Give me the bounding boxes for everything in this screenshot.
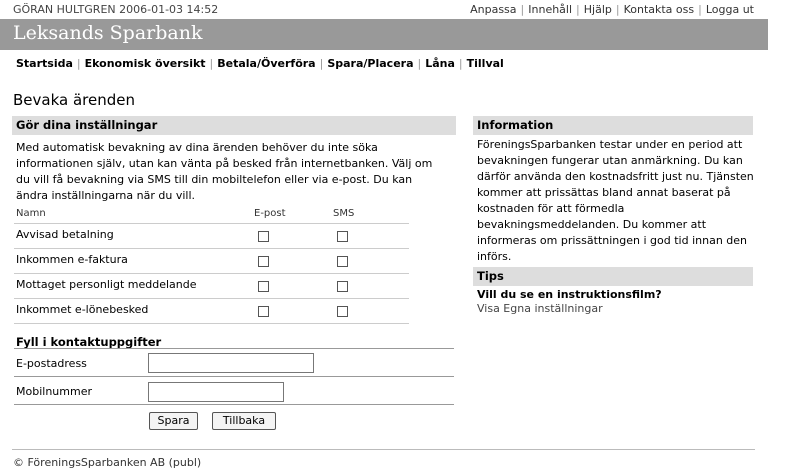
email-checkbox[interactable] [258, 306, 269, 317]
information-text: FöreningsSparbanken testar under en peri… [477, 138, 754, 263]
information-heading: Information [473, 116, 753, 135]
separator: | [209, 57, 214, 70]
back-button[interactable]: Tillbaka [212, 412, 276, 430]
separator: | [698, 3, 702, 16]
row-label: Avvisad betalning [16, 228, 114, 241]
nav-tillval[interactable]: Tillval [467, 57, 504, 70]
email-label: E-postadress [16, 357, 87, 370]
col-sms: SMS [333, 208, 355, 219]
nav-ekonomisk-oversikt[interactable]: Ekonomisk översikt [85, 57, 206, 70]
page-title: Bevaka ärenden [13, 91, 135, 109]
link-innehall[interactable]: Innehåll [528, 3, 572, 16]
table-row: Inkommet e-lönebesked [14, 299, 409, 324]
table-row: Avvisad betalning [14, 224, 409, 249]
row-label: Mottaget personligt meddelande [16, 278, 197, 291]
nav-startsida[interactable]: Startsida [16, 57, 73, 70]
nav-betala-overfora[interactable]: Betala/Överföra [217, 57, 315, 70]
contact-heading: Fyll i kontaktuppgifter [16, 335, 162, 349]
link-hjalp[interactable]: Hjälp [584, 3, 612, 16]
main-nav: Startsida | Ekonomisk översikt | Betala/Över… [16, 57, 504, 70]
link-logga-ut[interactable]: Logga ut [706, 3, 754, 16]
settings-intro: Med automatisk bevakning av dina ärenden… [16, 141, 433, 202]
separator: | [319, 57, 324, 70]
settings-heading: Gör dina inställningar [12, 116, 456, 135]
tips-question: Vill du se en instruktionsfilm? [477, 288, 662, 301]
separator: | [615, 3, 620, 16]
separator: | [76, 57, 81, 70]
separator: | [458, 57, 463, 70]
footer-divider [12, 449, 755, 450]
separator: | [417, 57, 422, 70]
email-checkbox[interactable] [258, 256, 269, 267]
user-info: GÖRAN HULTGREN 2006-01-03 14:52 [13, 3, 219, 16]
top-links: Anpassa | Innehåll | Hjälp | Kontakta oss | Logg… [470, 3, 754, 16]
separator: | [576, 3, 580, 16]
row-label: Inkommen e-faktura [16, 253, 128, 266]
email-checkbox[interactable] [258, 231, 269, 242]
table-row: Inkommen e-faktura [14, 249, 409, 274]
email-checkbox[interactable] [258, 281, 269, 292]
nav-spara-placera[interactable]: Spara/Placera [327, 57, 413, 70]
link-kontakta-oss[interactable]: Kontakta oss [624, 3, 695, 16]
sms-checkbox[interactable] [337, 256, 348, 267]
mobile-input[interactable] [148, 382, 284, 402]
separator: | [520, 3, 525, 16]
bank-logo-text: Leksands Sparbank [13, 22, 203, 44]
footer-copyright: © FöreningsSparbanken AB (publ) [13, 456, 202, 469]
row-label: Inkommet e-lönebesked [16, 303, 149, 316]
sms-checkbox[interactable] [337, 281, 348, 292]
col-email: E-post [254, 208, 286, 219]
divider [14, 404, 454, 405]
email-input[interactable] [148, 353, 314, 373]
mobile-label: Mobilnummer [16, 385, 92, 398]
table-row: Mottaget personligt meddelande [14, 274, 409, 299]
brand-banner: Leksands Sparbank [0, 19, 768, 50]
link-anpassa[interactable]: Anpassa [470, 3, 516, 16]
tips-link[interactable]: Visa Egna inställningar [477, 302, 603, 315]
nav-lana[interactable]: Låna [425, 57, 455, 70]
sms-checkbox[interactable] [337, 231, 348, 242]
col-name: Namn [16, 208, 46, 219]
save-button[interactable]: Spara [149, 412, 198, 430]
sms-checkbox[interactable] [337, 306, 348, 317]
tips-heading: Tips [473, 267, 753, 286]
